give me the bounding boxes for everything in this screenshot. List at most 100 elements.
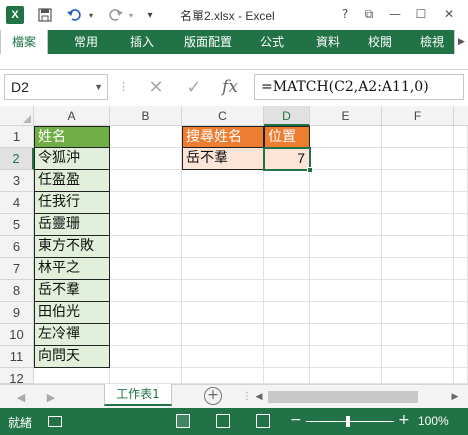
grid-cell[interactable] xyxy=(382,258,454,280)
grid-cell[interactable] xyxy=(264,170,310,192)
zoom-slider[interactable] xyxy=(306,421,394,422)
grid-cell[interactable] xyxy=(454,148,468,170)
grid-cell[interactable] xyxy=(264,324,310,346)
grid-cell[interactable] xyxy=(310,148,382,170)
grid-cell[interactable] xyxy=(310,170,382,192)
sheet-nav-next-icon[interactable]: ▶ xyxy=(44,389,58,405)
undo-dropdown-icon[interactable]: ▾ xyxy=(86,6,96,24)
column-header-c[interactable]: C xyxy=(182,106,264,126)
undo-icon[interactable] xyxy=(66,6,84,24)
column-header-g-partial[interactable] xyxy=(454,106,468,126)
cell-a8[interactable]: 岳不羣 xyxy=(34,280,110,302)
grid-cell[interactable] xyxy=(34,368,110,384)
grid-cell[interactable] xyxy=(110,236,182,258)
row-header-8[interactable]: 8 xyxy=(0,280,34,302)
name-box[interactable]: D2 ▼ xyxy=(4,74,108,100)
cell-a11[interactable]: 向問天 xyxy=(34,346,110,368)
row-header-9[interactable]: 9 xyxy=(0,302,34,324)
help-icon[interactable]: ? xyxy=(334,4,356,24)
fill-handle[interactable] xyxy=(307,167,313,173)
grid-cell[interactable] xyxy=(454,346,468,368)
grid-cell[interactable] xyxy=(110,324,182,346)
grid-cell[interactable] xyxy=(182,368,264,384)
row-header-1[interactable]: 1 xyxy=(0,126,34,148)
grid-cell[interactable] xyxy=(454,126,468,148)
grid-cell[interactable] xyxy=(182,192,264,214)
scroll-right-icon[interactable]: ▶ xyxy=(448,388,462,406)
grid-cell[interactable] xyxy=(454,258,468,280)
save-icon[interactable] xyxy=(36,6,54,24)
scroll-thumb[interactable] xyxy=(268,391,418,403)
scroll-left-icon[interactable]: ◀ xyxy=(252,388,266,406)
select-all-button[interactable] xyxy=(0,106,34,126)
row-header-12[interactable]: 12 xyxy=(0,368,34,386)
row-header-6[interactable]: 6 xyxy=(0,236,34,258)
grid-cell[interactable] xyxy=(310,192,382,214)
grid-cell[interactable] xyxy=(182,324,264,346)
grid-cell[interactable] xyxy=(382,302,454,324)
grid-cell[interactable] xyxy=(110,280,182,302)
cell-a10[interactable]: 左冷禪 xyxy=(34,324,110,346)
grid-cell[interactable] xyxy=(182,346,264,368)
sheet-tab-active[interactable]: 工作表1 xyxy=(104,384,172,406)
tab-insert[interactable]: 插入 xyxy=(120,30,164,54)
grid-cell[interactable] xyxy=(382,192,454,214)
column-header-f[interactable]: F xyxy=(382,106,454,126)
page-layout-view-icon[interactable] xyxy=(216,414,230,428)
grid-cell[interactable] xyxy=(454,192,468,214)
grid-cell[interactable] xyxy=(382,148,454,170)
grid-cell[interactable] xyxy=(382,214,454,236)
cell-a9[interactable]: 田伯光 xyxy=(34,302,110,324)
grid-cell[interactable] xyxy=(110,148,182,170)
row-header-4[interactable]: 4 xyxy=(0,192,34,214)
grid-cell[interactable] xyxy=(310,324,382,346)
normal-view-icon[interactable] xyxy=(176,414,190,428)
grid-cell[interactable] xyxy=(382,324,454,346)
grid-cell[interactable] xyxy=(454,302,468,324)
cell-c1[interactable]: 搜尋姓名 xyxy=(182,126,264,148)
grid-cell[interactable] xyxy=(264,302,310,324)
tab-home[interactable]: 常用 xyxy=(64,30,108,54)
cell-c2[interactable]: 岳不羣 xyxy=(182,148,264,170)
tab-formulas[interactable]: 公式 xyxy=(250,30,294,54)
row-header-11[interactable]: 11 xyxy=(0,346,34,368)
grid-cell[interactable] xyxy=(110,126,182,148)
insert-function-icon[interactable]: fx xyxy=(218,75,242,99)
macro-record-icon[interactable] xyxy=(48,416,62,427)
column-header-a[interactable]: A xyxy=(34,106,110,126)
add-sheet-button[interactable]: + xyxy=(204,387,222,405)
ribbon-scroll-right-icon[interactable]: ▶ xyxy=(454,30,468,54)
grid-cell[interactable] xyxy=(382,346,454,368)
tab-view[interactable]: 檢視 xyxy=(410,30,454,54)
grid-cell[interactable] xyxy=(182,214,264,236)
grid-cell[interactable] xyxy=(382,368,454,384)
grid-cell[interactable] xyxy=(382,170,454,192)
ribbon-display-icon[interactable]: ⧉ xyxy=(358,4,380,24)
cell-d1[interactable]: 位置 xyxy=(264,126,310,148)
formula-bar-grip[interactable]: ⋮ xyxy=(118,80,129,94)
grid-cell[interactable] xyxy=(454,214,468,236)
grid-cell[interactable] xyxy=(382,126,454,148)
minimize-icon[interactable]: — xyxy=(384,4,406,24)
maximize-icon[interactable]: ☐ xyxy=(410,4,432,24)
cell-a5[interactable]: 岳靈珊 xyxy=(34,214,110,236)
grid-cell[interactable] xyxy=(110,346,182,368)
grid-cell[interactable] xyxy=(454,170,468,192)
grid-cell[interactable] xyxy=(454,324,468,346)
column-header-d[interactable]: D xyxy=(264,106,310,126)
row-header-5[interactable]: 5 xyxy=(0,214,34,236)
cancel-icon[interactable]: ✕ xyxy=(144,75,168,99)
grid-cell[interactable] xyxy=(182,236,264,258)
grid-cell[interactable] xyxy=(264,236,310,258)
row-header-10[interactable]: 10 xyxy=(0,324,34,346)
cell-a4[interactable]: 任我行 xyxy=(34,192,110,214)
redo-icon[interactable] xyxy=(106,6,124,24)
grid-cell[interactable] xyxy=(454,280,468,302)
tab-data[interactable]: 資料 xyxy=(306,30,350,54)
enter-icon[interactable]: ✓ xyxy=(182,75,206,99)
name-box-dropdown-icon[interactable]: ▼ xyxy=(94,75,103,99)
grid-cell[interactable] xyxy=(382,280,454,302)
grid-cell[interactable] xyxy=(310,214,382,236)
cell-a1[interactable]: 姓名 xyxy=(34,126,110,148)
grid-cell[interactable] xyxy=(110,258,182,280)
